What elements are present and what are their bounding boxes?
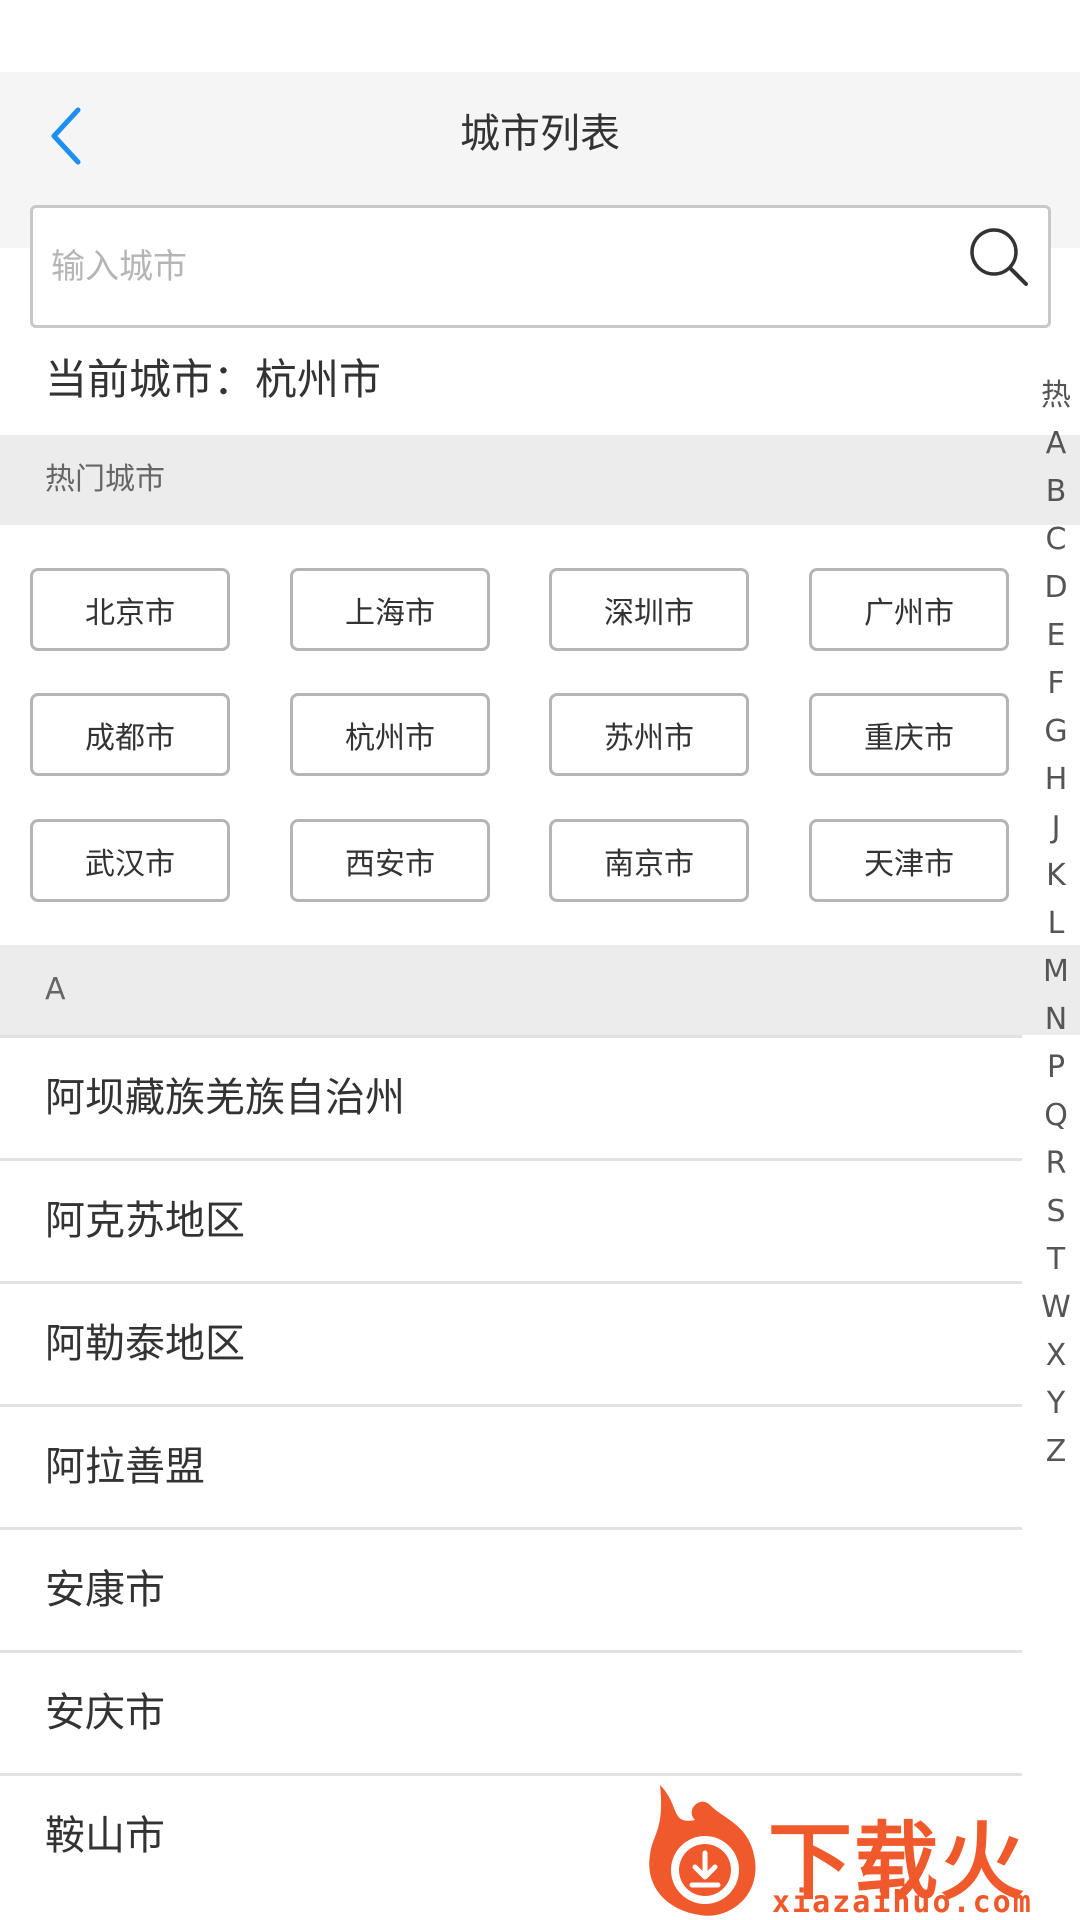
- hot-city-button[interactable]: 深圳市: [549, 568, 749, 651]
- section-header-a: A: [0, 945, 1080, 1035]
- hot-city-button[interactable]: 西安市: [290, 819, 490, 902]
- index-letter-l[interactable]: L: [1034, 900, 1078, 948]
- index-letter-w[interactable]: W: [1034, 1284, 1078, 1332]
- search-box[interactable]: [30, 205, 1051, 328]
- index-letter-h[interactable]: H: [1034, 756, 1078, 804]
- watermark-logo: 下载火 xiazaihuo.com: [640, 1775, 1080, 1920]
- index-letter-t[interactable]: T: [1034, 1236, 1078, 1284]
- list-item[interactable]: 阿拉善盟: [0, 1404, 1022, 1527]
- index-letter-e[interactable]: E: [1034, 612, 1078, 660]
- hot-cities-header: 热门城市: [0, 435, 1080, 525]
- hot-cities-grid: 北京市 上海市 深圳市 广州市 成都市 杭州市 苏州市 重庆市 武汉市 西安市 …: [0, 525, 1020, 945]
- index-letter-k[interactable]: K: [1034, 852, 1078, 900]
- index-letter-b[interactable]: B: [1034, 468, 1078, 516]
- city-list: 阿坝藏族羌族自治州 阿克苏地区 阿勒泰地区 阿拉善盟 安康市 安庆市 鞍山市: [0, 1035, 1022, 1896]
- index-letter-s[interactable]: S: [1034, 1188, 1078, 1236]
- hot-city-button[interactable]: 广州市: [809, 568, 1009, 651]
- hot-city-button[interactable]: 苏州市: [549, 693, 749, 776]
- hot-city-button[interactable]: 武汉市: [30, 819, 230, 902]
- hot-city-button[interactable]: 杭州市: [290, 693, 490, 776]
- list-item[interactable]: 阿克苏地区: [0, 1158, 1022, 1281]
- index-letter-q[interactable]: Q: [1034, 1092, 1078, 1140]
- index-letter-g[interactable]: G: [1034, 708, 1078, 756]
- flame-download-icon: [649, 1785, 756, 1916]
- index-letter-p[interactable]: P: [1034, 1044, 1078, 1092]
- page-title: 城市列表: [460, 111, 620, 157]
- hot-city-button[interactable]: 北京市: [30, 568, 230, 651]
- index-letter-r[interactable]: R: [1034, 1140, 1078, 1188]
- index-letter-d[interactable]: D: [1034, 564, 1078, 612]
- current-city: 当前城市：杭州市: [45, 355, 382, 404]
- index-letter-z[interactable]: Z: [1034, 1428, 1078, 1476]
- hot-city-button[interactable]: 成都市: [30, 693, 230, 776]
- search-icon[interactable]: [964, 222, 1034, 292]
- index-letter-f[interactable]: F: [1034, 660, 1078, 708]
- index-letter-m[interactable]: M: [1034, 948, 1078, 996]
- list-item[interactable]: 阿勒泰地区: [0, 1281, 1022, 1404]
- index-letter-n[interactable]: N: [1034, 996, 1078, 1044]
- hot-city-button[interactable]: 上海市: [290, 568, 490, 651]
- search-input[interactable]: [51, 208, 951, 325]
- status-bar: [0, 0, 1080, 72]
- index-letter-j[interactable]: J: [1034, 804, 1078, 852]
- index-letter-c[interactable]: C: [1034, 516, 1078, 564]
- alphabet-index-bar[interactable]: 热 A B C D E F G H J K L M N P Q R S T W …: [1034, 372, 1078, 1476]
- list-item[interactable]: 安庆市: [0, 1650, 1022, 1773]
- hot-city-button[interactable]: 重庆市: [809, 693, 1009, 776]
- index-letter-x[interactable]: X: [1034, 1332, 1078, 1380]
- index-letter-a[interactable]: A: [1034, 420, 1078, 468]
- watermark-url: xiazaihuo.com: [772, 1885, 1033, 1920]
- hot-city-button[interactable]: 南京市: [549, 819, 749, 902]
- index-letter-y[interactable]: Y: [1034, 1380, 1078, 1428]
- list-item[interactable]: 阿坝藏族羌族自治州: [0, 1035, 1022, 1158]
- list-item[interactable]: 安康市: [0, 1527, 1022, 1650]
- index-letter-hot[interactable]: 热: [1034, 372, 1078, 420]
- hot-city-button[interactable]: 天津市: [809, 819, 1009, 902]
